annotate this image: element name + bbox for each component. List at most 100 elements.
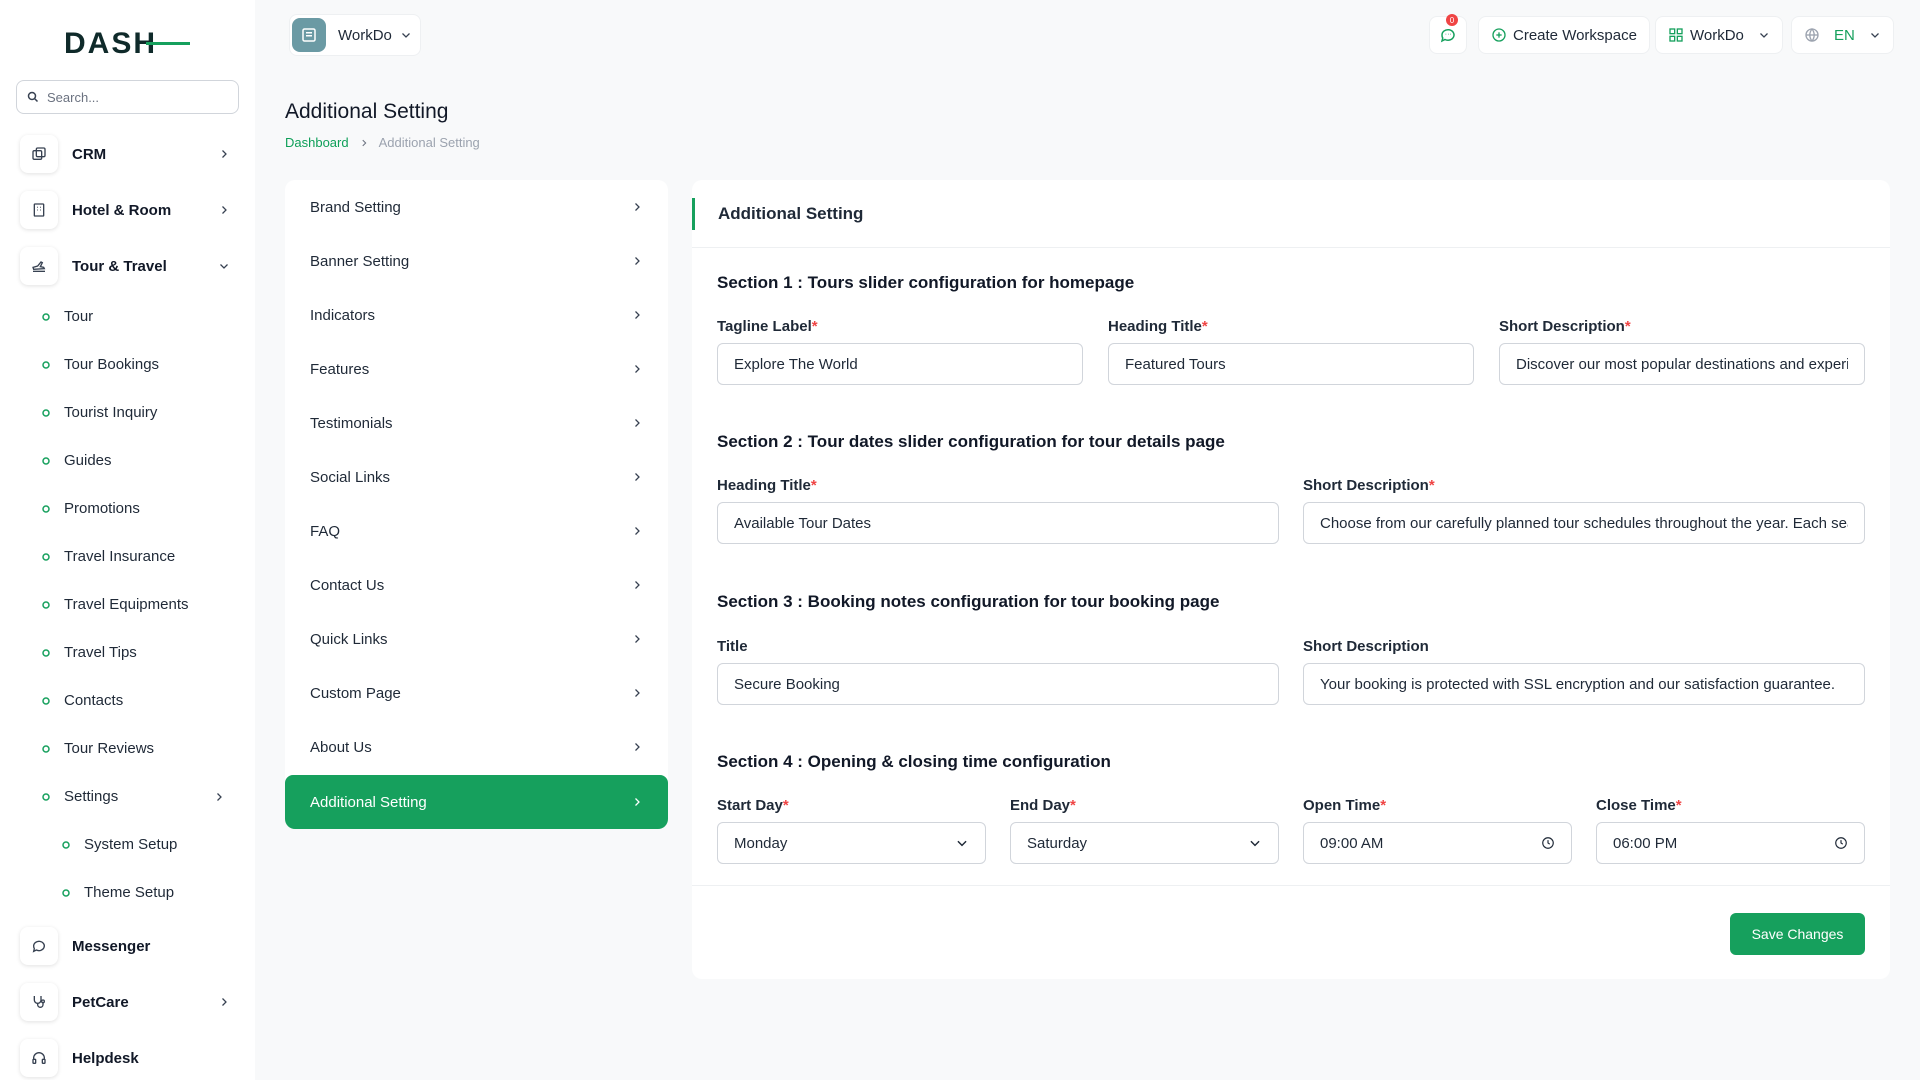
settings-menu-item-custom-page[interactable]: Custom Page xyxy=(285,666,668,720)
settings-menu-item-banner-setting[interactable]: Banner Setting xyxy=(285,234,668,288)
settings-menu-item-faq[interactable]: FAQ xyxy=(285,504,668,558)
chevron-down-icon xyxy=(220,264,228,269)
search-input[interactable]: Search... xyxy=(16,80,239,114)
breadcrumb-home[interactable]: Dashboard xyxy=(285,135,349,150)
chevron-right-icon xyxy=(635,743,640,751)
close-time-input[interactable]: 06:00 PM xyxy=(1596,822,1865,864)
heading-title-input[interactable]: Featured Tours xyxy=(1108,343,1474,385)
open-time-field: Open Time* 09:00 AM xyxy=(1303,797,1572,864)
end-day-select[interactable]: Saturday xyxy=(1010,822,1279,864)
sidebar-item-label: Promotions xyxy=(64,500,140,517)
sidebar-item-promotions[interactable]: Promotions xyxy=(40,500,140,517)
sidebar-item-travel-insurance[interactable]: Travel Insurance xyxy=(40,548,175,565)
section-2-title: Section 2 : Tour dates slider configurat… xyxy=(717,432,1225,451)
create-workspace-button[interactable]: Create Workspace xyxy=(1478,16,1650,54)
settings-menu-label: FAQ xyxy=(310,522,341,540)
stethoscope-icon xyxy=(20,983,58,1021)
field-label: Short Description* xyxy=(1303,477,1435,494)
sidebar-item-guides[interactable]: Guides xyxy=(40,452,112,469)
settings-menu-item-contact-us[interactable]: Contact Us xyxy=(285,558,668,612)
chevron-right-icon xyxy=(635,581,640,589)
settings-menu-item-brand-setting[interactable]: Brand Setting xyxy=(285,180,668,234)
workspace-name: WorkDo xyxy=(338,26,392,44)
clock-icon[interactable] xyxy=(1541,836,1555,850)
clock-icon[interactable] xyxy=(1834,836,1848,850)
sidebar-item-tour-travel[interactable]: Tour & Travel xyxy=(20,244,230,288)
workspace-menu-button[interactable]: WorkDo xyxy=(1655,16,1783,54)
settings-menu-item-quick-links[interactable]: Quick Links xyxy=(285,612,668,666)
language-selector[interactable]: EN xyxy=(1791,16,1894,54)
short-description-input[interactable]: Choose from our carefully planned tour s… xyxy=(1303,502,1865,544)
input-value: 09:00 AM xyxy=(1320,834,1384,852)
sidebar-item-label: Tour Reviews xyxy=(64,740,155,757)
sidebar-item-label: Travel Equipments xyxy=(64,596,189,613)
input-value: Choose from our carefully planned tour s… xyxy=(1320,514,1848,532)
plus-circle-icon xyxy=(1492,28,1506,42)
sidebar-item-travel-tips[interactable]: Travel Tips xyxy=(40,644,137,661)
sidebar-item-theme-setup[interactable]: Theme Setup xyxy=(60,884,174,901)
messages-button[interactable]: 0 xyxy=(1429,14,1467,54)
settings-menu-label: Contact Us xyxy=(310,576,385,594)
chevron-right-icon xyxy=(217,792,222,801)
form-title: Additional Setting xyxy=(718,203,864,223)
sidebar-item-label: Helpdesk xyxy=(72,1049,139,1067)
form-header: Additional Setting xyxy=(692,180,1890,248)
bullet-icon xyxy=(40,791,52,803)
start-day-select[interactable]: Monday xyxy=(717,822,986,864)
globe-icon xyxy=(1805,27,1819,43)
sidebar-item-tour-reviews[interactable]: Tour Reviews xyxy=(40,740,154,757)
workspace-avatar xyxy=(292,18,326,52)
field-label: Tagline Label* xyxy=(717,318,818,335)
sidebar-item-contacts[interactable]: Contacts xyxy=(40,692,123,709)
page-title: Additional Setting xyxy=(285,100,449,123)
sidebar-item-tour-bookings[interactable]: Tour Bookings xyxy=(40,356,159,373)
settings-menu-item-social-links[interactable]: Social Links xyxy=(285,450,668,504)
sidebar-item-settings[interactable]: Settings xyxy=(40,788,225,805)
headset-icon xyxy=(20,1039,58,1077)
sidebar-item-travel-equipments[interactable]: Travel Equipments xyxy=(40,596,189,613)
short-description-input[interactable]: Your booking is protected with SSL encry… xyxy=(1303,663,1865,705)
settings-menu-item-testimonials[interactable]: Testimonials xyxy=(285,396,668,450)
breadcrumb-current: Additional Setting xyxy=(378,135,480,150)
sidebar-item-crm[interactable]: CRM xyxy=(20,132,230,176)
divider xyxy=(692,885,1890,886)
settings-menu-item-features[interactable]: Features xyxy=(285,342,668,396)
settings-menu-label: Custom Page xyxy=(310,684,401,702)
chevron-down-icon xyxy=(402,33,410,38)
sidebar-item-tourist-inquiry[interactable]: Tourist Inquiry xyxy=(40,404,157,421)
bullet-icon xyxy=(40,455,52,467)
dash-logo[interactable]: DASH xyxy=(64,27,190,62)
sidebar-item-label: Tour & Travel xyxy=(72,257,167,275)
section-1-title: Section 1 : Tours slider configuration f… xyxy=(717,273,1135,292)
end-day-field: End Day* Saturday xyxy=(1010,797,1279,864)
sidebar-item-helpdesk[interactable]: Helpdesk xyxy=(20,1036,230,1080)
sidebar-item-messenger[interactable]: Messenger xyxy=(20,924,230,968)
sidebar-item-system-setup[interactable]: System Setup xyxy=(60,836,177,853)
field-label: Title xyxy=(717,638,748,655)
tagline-input[interactable]: Explore The World xyxy=(717,343,1083,385)
title-input[interactable]: Secure Booking xyxy=(717,663,1279,705)
sidebar-item-hotel-room[interactable]: Hotel & Room xyxy=(20,188,230,232)
bullet-icon xyxy=(40,311,52,323)
open-time-input[interactable]: 09:00 AM xyxy=(1303,822,1572,864)
field-label: Short Description* xyxy=(1499,318,1631,335)
settings-menu-item-additional-setting[interactable]: Additional Setting xyxy=(285,775,668,829)
chevron-down-icon xyxy=(957,840,967,847)
chevron-right-icon xyxy=(635,257,640,265)
short-description-input[interactable]: Discover our most popular destinations a… xyxy=(1499,343,1865,385)
input-value: Available Tour Dates xyxy=(734,514,872,532)
settings-menu-label: Testimonials xyxy=(310,414,393,432)
settings-menu-item-about-us[interactable]: About Us xyxy=(285,720,668,774)
heading-title-input[interactable]: Available Tour Dates xyxy=(717,502,1279,544)
settings-menu-item-indicators[interactable]: Indicators xyxy=(285,288,668,342)
chevron-down-icon xyxy=(1759,33,1768,38)
chevron-right-icon xyxy=(222,206,227,214)
workspace-switcher[interactable]: WorkDo xyxy=(289,14,421,56)
sidebar-item-label: CRM xyxy=(72,145,107,163)
sidebar-item-tour[interactable]: Tour xyxy=(40,308,93,325)
save-changes-button[interactable]: Save Changes xyxy=(1730,913,1865,955)
input-value: Secure Booking xyxy=(734,675,840,693)
heading-title-field: Heading Title* Featured Tours xyxy=(1108,318,1474,385)
chevron-right-icon xyxy=(635,311,640,319)
sidebar-item-petcare[interactable]: PetCare xyxy=(20,980,230,1024)
